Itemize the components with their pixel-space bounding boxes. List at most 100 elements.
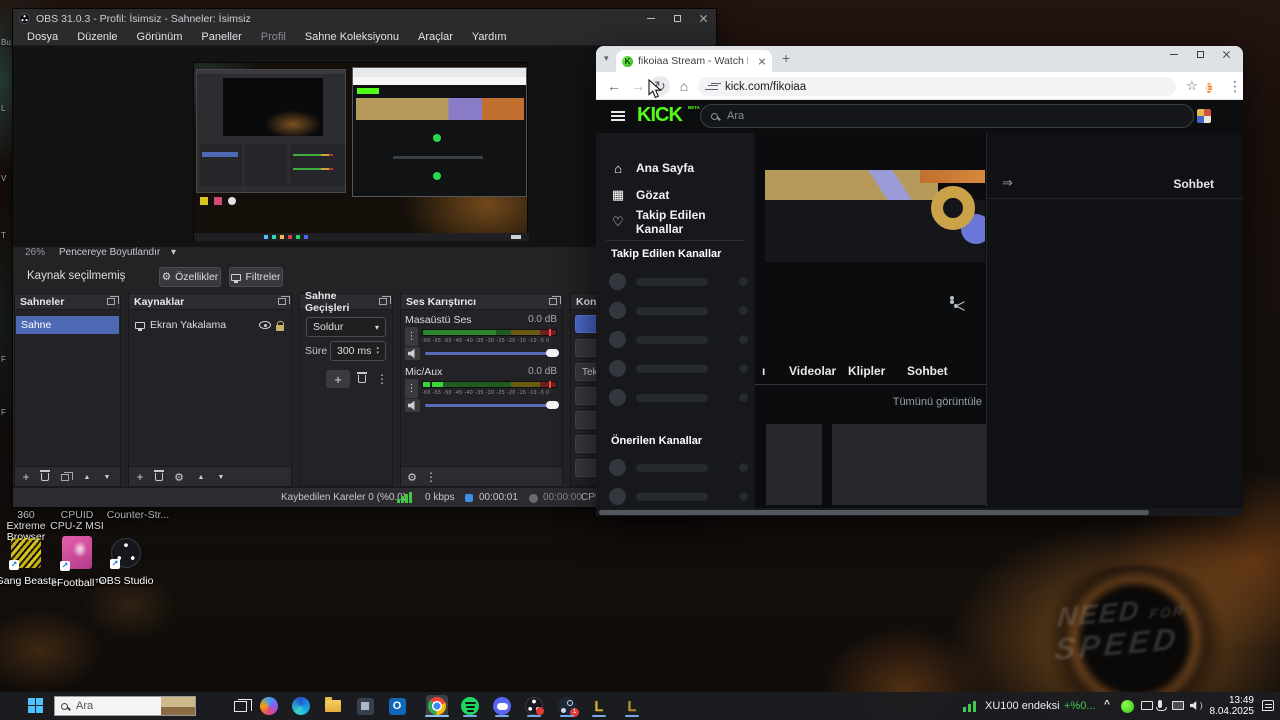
chrome-icon-active[interactable] <box>426 695 448 717</box>
popout-icon[interactable] <box>107 298 115 305</box>
stock-chart-icon[interactable] <box>963 699 979 712</box>
copilot-icon[interactable] <box>258 695 280 717</box>
discord-icon[interactable] <box>491 695 513 717</box>
profile-avatar[interactable]: E <box>1206 78 1212 96</box>
site-settings-icon[interactable] <box>708 83 718 91</box>
bookmark-star-icon[interactable]: ☆ <box>1182 76 1202 96</box>
app-icon-dark[interactable] <box>354 695 376 717</box>
menu-araclar[interactable]: Araçlar <box>418 31 453 43</box>
channel-tab-fragment[interactable]: ı <box>762 364 765 378</box>
maximize-button[interactable] <box>664 10 690 27</box>
move-scene-up-button[interactable]: ▲ <box>79 470 95 484</box>
channel1-volume-slider[interactable] <box>425 352 557 355</box>
scrollbar-thumb[interactable] <box>599 510 1149 515</box>
minimize-button[interactable] <box>638 10 664 27</box>
channel1-kebab-icon[interactable]: ⋮ <box>405 327 418 346</box>
obs-taskbar-icon[interactable] <box>523 695 545 717</box>
outlook-icon[interactable]: O <box>386 695 408 717</box>
remove-transition-button[interactable] <box>354 372 370 386</box>
visibility-eye-icon[interactable] <box>259 321 271 329</box>
ticker-label[interactable]: XU100 endeksi <box>985 700 1060 712</box>
filters-button[interactable]: Filtreler <box>229 267 283 287</box>
chat-collapse-icon[interactable]: ⇒ <box>1002 175 1013 191</box>
duplicate-scene-button[interactable] <box>57 470 73 484</box>
transition-kebab-icon[interactable]: ⋮ <box>374 372 390 386</box>
address-bar[interactable]: kick.com/fikoiaa <box>698 77 1176 96</box>
kick-search-input[interactable] <box>725 109 925 123</box>
spinner-down-icon[interactable]: ▾ <box>376 351 379 356</box>
taskbar-search-input[interactable] <box>74 699 144 713</box>
notification-center-icon[interactable] <box>1262 700 1274 711</box>
browser-menu-kebab-icon[interactable]: ⋮ <box>1225 76 1245 96</box>
fit-mode-label[interactable]: Pencereye Boyutlandır <box>59 247 160 258</box>
steam-icon[interactable]: 1 <box>556 695 578 717</box>
source-properties-gear-icon[interactable]: ⚙ <box>171 470 187 484</box>
menu-profil[interactable]: Profil <box>261 31 286 43</box>
menu-dosya[interactable]: Dosya <box>27 31 58 43</box>
move-scene-down-button[interactable]: ▼ <box>99 470 115 484</box>
sidebar-item-followed[interactable]: ♡ Takip Edilen Kanallar <box>596 209 755 235</box>
menu-duzenle[interactable]: Düzenle <box>77 31 117 43</box>
spotify-icon[interactable] <box>459 695 481 717</box>
video-card-placeholder[interactable] <box>832 424 986 505</box>
kick-tray-icon[interactable] <box>1121 700 1134 713</box>
channel2-kebab-icon[interactable]: ⋮ <box>405 379 418 398</box>
sidebar-item-home[interactable]: ⌂ Ana Sayfa <box>596 155 755 181</box>
pixel-art-icon[interactable] <box>1197 109 1211 123</box>
channel1-speaker-icon[interactable] <box>405 347 420 360</box>
add-transition-button[interactable]: + <box>326 370 350 388</box>
tab-close-icon[interactable] <box>758 57 766 65</box>
close-button[interactable] <box>690 10 716 27</box>
sources-dock-header[interactable]: Kaynaklar <box>129 294 291 310</box>
kick-search-bar[interactable] <box>700 104 1194 128</box>
video-card-placeholder[interactable] <box>766 424 822 505</box>
hidden-icons-chevron[interactable]: ^ <box>1104 699 1110 710</box>
move-source-up-button[interactable]: ▲ <box>193 470 209 484</box>
browser-close-button[interactable] <box>1213 46 1239 63</box>
source-item[interactable]: Ekran Yakalama <box>130 316 290 334</box>
menu-sahne-koleksiyonu[interactable]: Sahne Koleksiyonu <box>305 31 399 43</box>
task-view-button[interactable] <box>229 695 251 717</box>
duration-input[interactable]: 300 ms ▴ ▾ <box>330 341 386 361</box>
view-all-link[interactable]: Tümünü görüntüle <box>893 396 982 408</box>
l-game-icon-2[interactable]: L <box>621 695 643 717</box>
sidebar-item-browse[interactable]: ▦ Gözat <box>596 182 755 208</box>
taskbar-search-box[interactable] <box>54 696 196 716</box>
channel2-volume-slider[interactable] <box>425 404 557 407</box>
desktop-icon-label[interactable]: CPUID CPU-Z MSI <box>48 510 106 532</box>
l-game-icon[interactable]: L <box>588 695 610 717</box>
menu-gorunum[interactable]: Görünüm <box>137 31 183 43</box>
tab-search-chevron-icon[interactable]: ▾ <box>604 53 609 64</box>
start-button[interactable] <box>28 698 43 713</box>
menu-paneller[interactable]: Paneller <box>201 31 241 43</box>
back-icon[interactable]: ← <box>604 76 624 96</box>
hamburger-menu-icon[interactable] <box>611 111 625 121</box>
microphone-icon[interactable] <box>1158 700 1162 708</box>
channel2-speaker-icon[interactable] <box>405 399 420 412</box>
popout-icon[interactable] <box>278 298 286 305</box>
file-explorer-icon[interactable] <box>322 695 344 717</box>
desktop-icon-label[interactable]: Counter-Str... <box>104 510 172 521</box>
forward-icon[interactable]: → <box>628 76 648 96</box>
home-icon[interactable]: ⌂ <box>674 76 694 96</box>
remove-source-button[interactable] <box>151 470 167 484</box>
new-tab-button[interactable]: + <box>782 50 790 66</box>
volume-icon[interactable]: ) <box>1190 701 1203 710</box>
menu-yardim[interactable]: Yardım <box>472 31 507 43</box>
mixer-kebab-icon[interactable]: ⋮ <box>423 470 439 484</box>
popout-icon[interactable] <box>549 298 557 305</box>
cast-icon[interactable] <box>1141 701 1153 710</box>
scenes-dock-header[interactable]: Sahneler <box>15 294 120 310</box>
browser-maximize-button[interactable] <box>1187 46 1213 63</box>
browser-minimize-button[interactable] <box>1161 46 1187 63</box>
obs-titlebar[interactable]: OBS 31.0.3 - Profil: İsimsiz - Sahneler:… <box>13 9 716 28</box>
properties-button[interactable]: ⚙ Özellikler <box>159 267 221 287</box>
move-source-down-button[interactable]: ▼ <box>213 470 229 484</box>
channel-tab-videos[interactable]: Videolar <box>789 364 836 378</box>
kick-logo[interactable]: KICK <box>637 104 682 127</box>
add-source-button[interactable]: + <box>132 470 148 484</box>
channel-tab-chat[interactable]: Sohbet <box>907 364 948 378</box>
ticker-change[interactable]: +%0... <box>1064 700 1096 712</box>
browser-tab-active[interactable]: K fikoiaa Stream - Watch Live on <box>616 50 772 72</box>
advanced-audio-gear-icon[interactable]: ⚙ <box>404 470 420 484</box>
